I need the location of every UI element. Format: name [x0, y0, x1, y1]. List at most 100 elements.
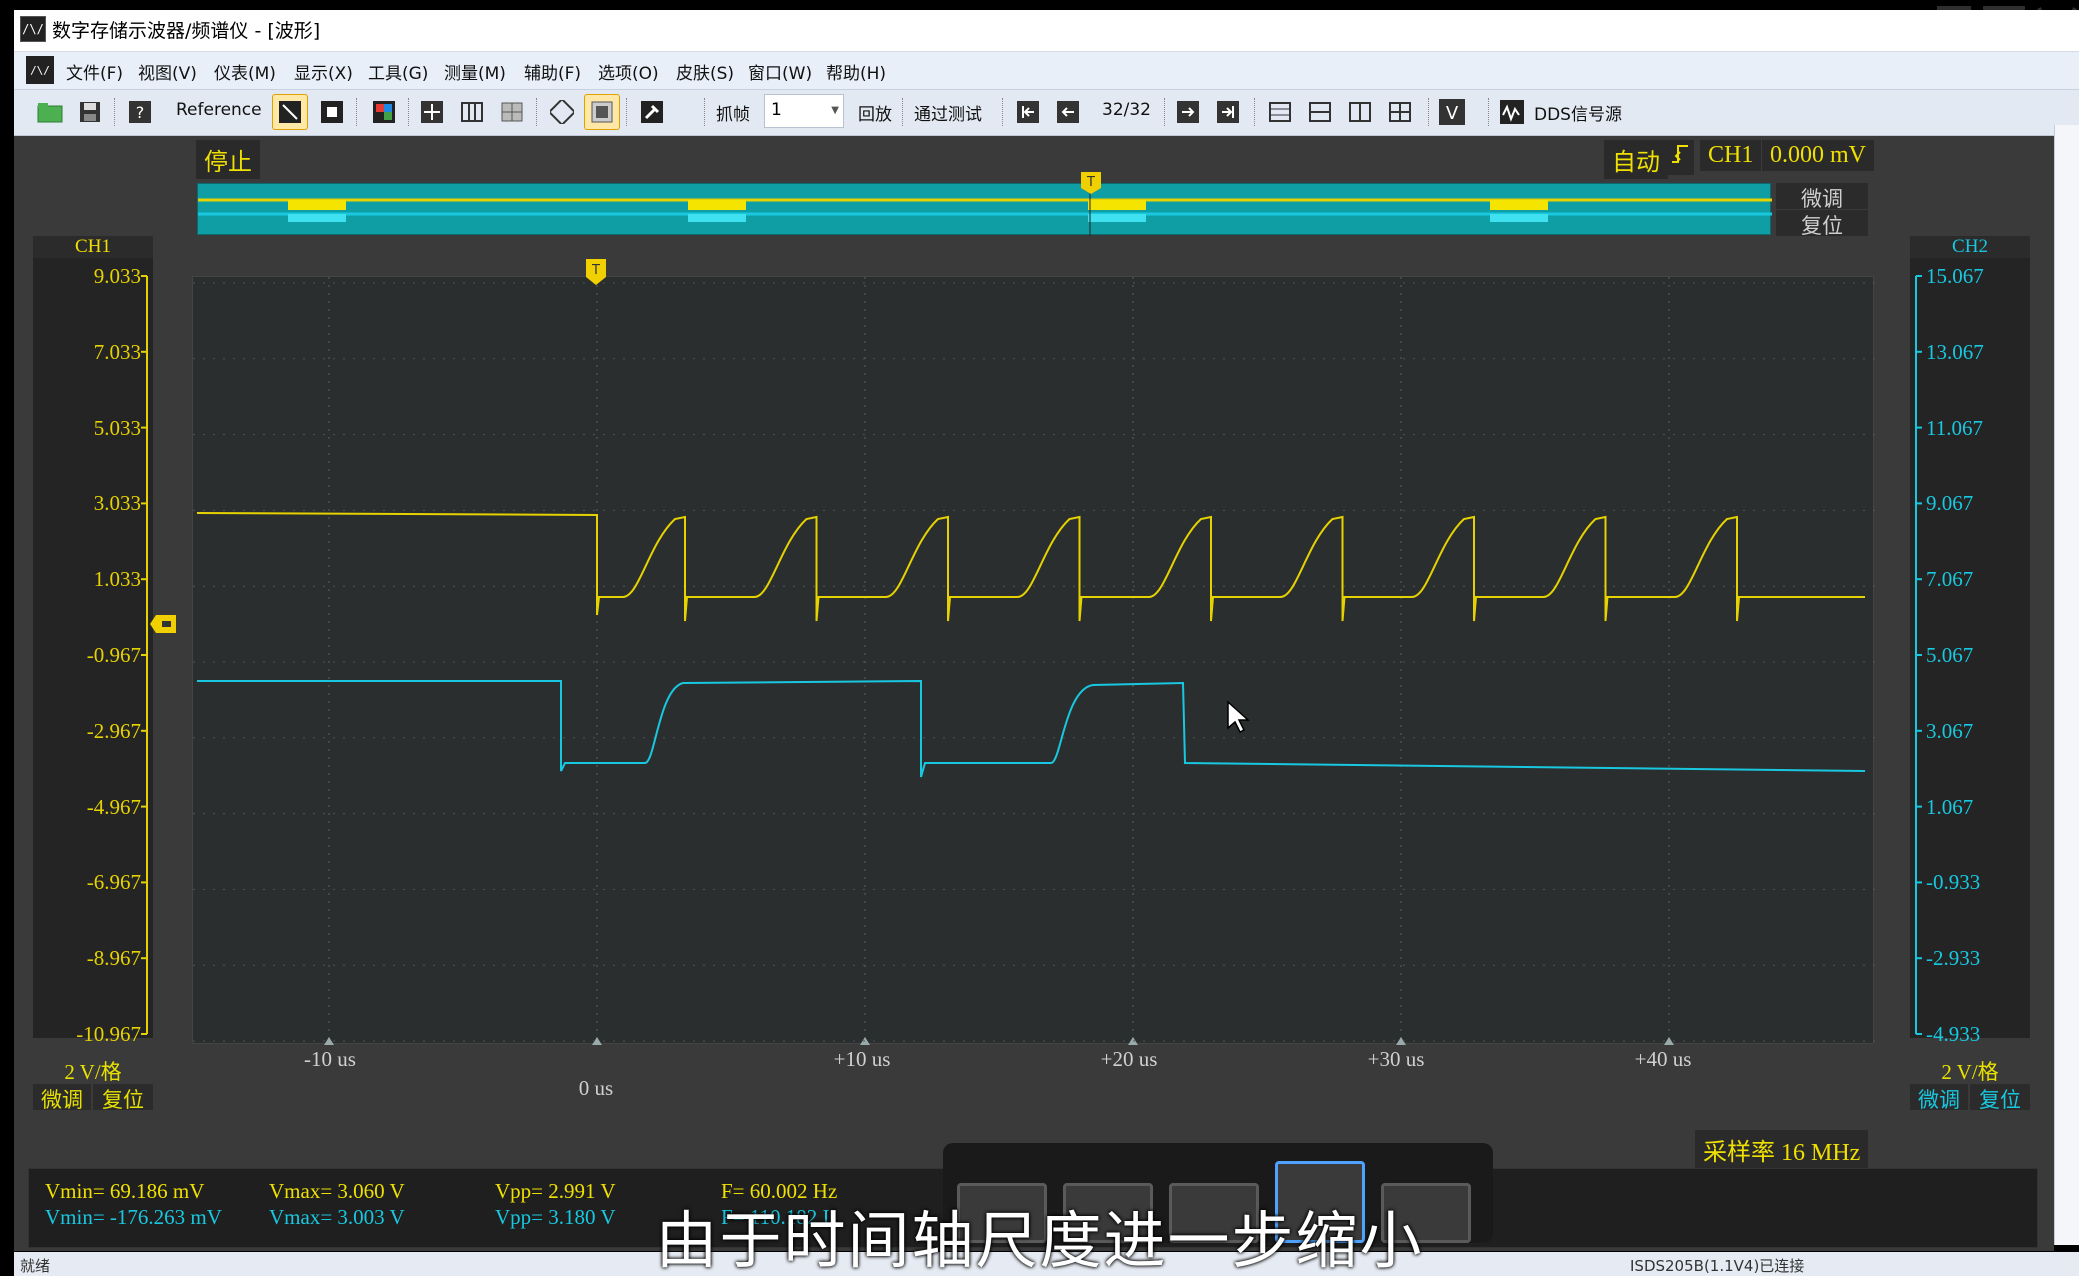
dds-source-button[interactable]: DDS信号源 — [1534, 100, 1622, 125]
prev-frame-icon[interactable] — [1050, 94, 1086, 130]
y-tick-label: -4.933 — [1926, 1022, 1981, 1046]
overview-ch2-block — [1088, 214, 1146, 222]
ch1-axis-title[interactable]: CH1 — [33, 236, 153, 260]
columns-icon[interactable] — [454, 94, 490, 130]
properties-panel-edge[interactable] — [2054, 125, 2079, 1245]
first-frame-icon[interactable] — [1010, 94, 1046, 130]
run-state-button[interactable]: 停止 — [196, 140, 260, 179]
overview-ch1-block — [1490, 200, 1548, 210]
y-tick-label: 13.067 — [1926, 339, 1984, 364]
color-icon[interactable] — [366, 94, 402, 130]
ch2-axis-title[interactable]: CH2 — [1910, 236, 2030, 260]
y-tick-label: 3.033 — [93, 491, 141, 516]
zoom-fit-icon[interactable] — [584, 94, 620, 130]
last-frame-icon[interactable] — [1210, 94, 1246, 130]
ch2-reset-button[interactable]: 复位 — [1970, 1084, 2030, 1112]
layout-rows-icon[interactable] — [1302, 94, 1338, 130]
mouse-cursor-icon — [1226, 700, 1250, 734]
trigger-mode-button[interactable]: 自动 — [1604, 140, 1668, 179]
x-tick-mark — [1664, 1037, 1674, 1045]
trigger-channel-button[interactable]: CH1 — [1700, 140, 1762, 171]
x-tick-label: +30 us — [1367, 1047, 1425, 1071]
stop-icon[interactable] — [314, 94, 350, 130]
measure-icon[interactable] — [544, 94, 580, 130]
menu-options[interactable]: 选项(O) — [598, 59, 659, 84]
ch1-select-icon[interactable] — [272, 94, 308, 130]
svg-text:T: T — [1086, 175, 1095, 190]
dds-icon[interactable] — [1494, 94, 1530, 130]
layout-columns-icon[interactable] — [1342, 94, 1378, 130]
toolbar-separator — [356, 98, 358, 126]
overview-reset-button[interactable]: 复位 — [1776, 210, 1868, 238]
hammer-icon[interactable] — [634, 94, 670, 130]
overview-ch2-block — [288, 214, 346, 222]
overview-fine-button[interactable]: 微调 — [1776, 183, 1868, 211]
y-tick-label: 9.033 — [93, 264, 141, 288]
menu-skin[interactable]: 皮肤(S) — [676, 59, 734, 84]
next-frame-icon[interactable] — [1170, 94, 1206, 130]
grid-view-icon[interactable] — [494, 94, 530, 130]
overview-ch1-block — [1088, 200, 1146, 210]
trigger-edge-icon[interactable] — [1666, 140, 1694, 175]
overview-ch1-block — [288, 200, 346, 210]
menu-view[interactable]: 视图(V) — [138, 59, 197, 84]
y-tick-label: 1.067 — [1926, 794, 1974, 819]
ch1-fine-button[interactable]: 微调 — [33, 1084, 91, 1112]
overview-ch2-block — [688, 214, 746, 222]
menu-file[interactable]: 文件(F) — [66, 59, 123, 84]
waveform-display[interactable] — [192, 276, 1875, 1045]
x-tick-label: +10 us — [833, 1047, 891, 1071]
ch2-axis[interactable]: 15.067 13.067 11.067 9.067 7.067 5.067 3.067 1.… — [1910, 258, 2030, 1046]
y-tick-label: -0.967 — [86, 643, 141, 667]
overview-ch2-block — [1490, 214, 1548, 222]
trigger-level[interactable]: 0.000 mV — [1762, 140, 1874, 171]
menu-tools[interactable]: 工具(G) — [368, 59, 428, 84]
pass-test-button[interactable]: 通过测试 — [914, 100, 982, 125]
menu-assist[interactable]: 辅助(F) — [524, 59, 581, 84]
y-tick-label: -4.967 — [86, 794, 141, 819]
document-icon[interactable]: /\/ — [26, 56, 54, 84]
ch2-fine-button[interactable]: 微调 — [1910, 1084, 1968, 1112]
menu-help[interactable]: 帮助(H) — [826, 59, 886, 84]
y-tick-label: 5.033 — [93, 415, 141, 440]
playback-button[interactable]: 回放 — [858, 100, 892, 125]
sample-rate: 采样率 16 MHz — [1695, 1130, 1869, 1169]
trigger-time-marker[interactable]: T — [586, 259, 606, 285]
frame-select[interactable]: 1 ▼ — [764, 94, 844, 128]
toolbar-separator — [1428, 98, 1430, 126]
overview-ch1-block — [688, 200, 746, 210]
ch1-offset-marker[interactable] — [150, 613, 176, 635]
cursor-cross-icon[interactable] — [414, 94, 450, 130]
save-icon[interactable] — [72, 94, 108, 130]
ch2-scale[interactable]: 2 V/格 — [1910, 1056, 2030, 1084]
toolbar: ? Reference 抓帧 1 ▼ 回放 通过测试 32/32 V DDS信号… — [14, 90, 2079, 136]
waveform-overview[interactable] — [197, 183, 1772, 236]
ch1-reset-button[interactable]: 复位 — [93, 1084, 153, 1112]
ch1-axis[interactable]: 9.033 7.033 5.033 3.033 1.033 -0.967 -2.967 -4.… — [33, 258, 153, 1046]
menu-measure[interactable]: 测量(M) — [444, 59, 506, 84]
ch2-waveform — [197, 679, 1866, 778]
y-tick-label: -10.967 — [76, 1022, 141, 1046]
ch1-waveform — [196, 512, 1865, 622]
menu-instrument[interactable]: 仪表(M) — [214, 59, 276, 84]
ch1-scale[interactable]: 2 V/格 — [33, 1056, 153, 1084]
y-tick-label: 15.067 — [1926, 264, 1984, 288]
help-icon[interactable]: ? — [122, 94, 158, 130]
menu-window[interactable]: 窗口(W) — [748, 59, 812, 84]
title-bar: /\/ 数字存储示波器/频谱仪 - [波形] — [14, 10, 2079, 52]
oscilloscope-app-icon[interactable]: /\/ — [20, 16, 46, 42]
y-tick-label: 9.067 — [1926, 491, 1974, 516]
toolbar-separator — [902, 98, 904, 126]
menu-display[interactable]: 显示(X) — [294, 59, 353, 84]
menu-bar: /\/ 文件(F) 视图(V) 仪表(M) 显示(X) 工具(G) 测量(M) … — [14, 52, 2079, 90]
x-zero-label: 0 us — [578, 1076, 614, 1100]
voltmeter-button[interactable]: V — [1434, 94, 1470, 130]
layout-single-icon[interactable] — [1262, 94, 1298, 130]
x-tick-mark — [324, 1037, 334, 1045]
open-folder-icon[interactable] — [32, 94, 68, 130]
y-tick-label: 1.033 — [93, 567, 141, 592]
x-tick-label: +20 us — [1100, 1047, 1158, 1071]
overview-trigger-marker[interactable]: T — [1081, 172, 1101, 194]
layout-quad-icon[interactable] — [1382, 94, 1418, 130]
reference-button[interactable]: Reference — [176, 100, 262, 120]
